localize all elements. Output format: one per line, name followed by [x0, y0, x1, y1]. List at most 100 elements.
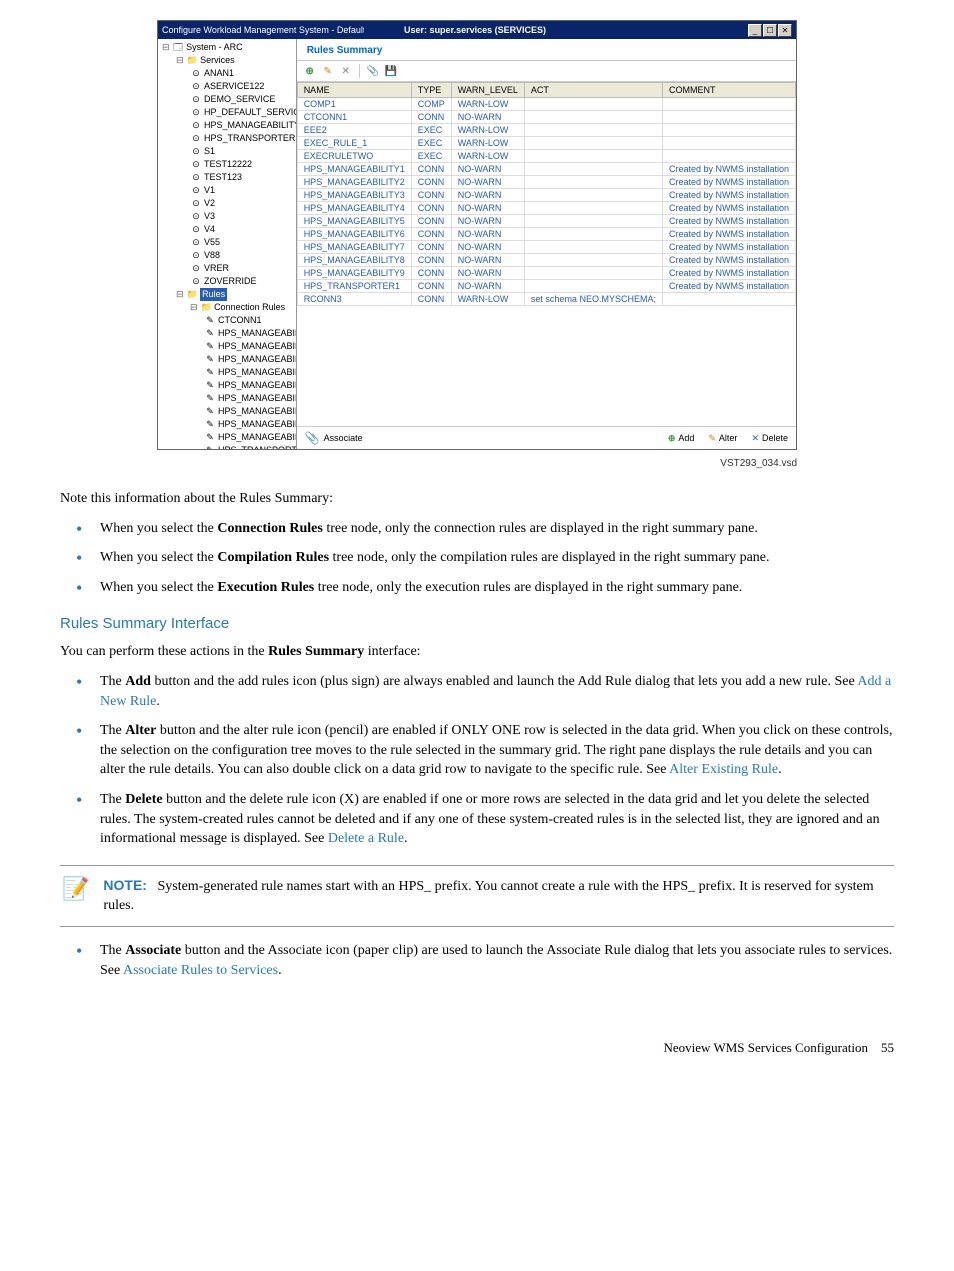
toolbar: ⊕ ✎ ✕ 📎 💾	[297, 61, 796, 82]
tree-node[interactable]: ⊙TEST12222	[158, 158, 296, 171]
tree-node[interactable]: ⊙V88	[158, 249, 296, 262]
table-row[interactable]: COMP1COMPWARN-LOW	[297, 98, 795, 111]
list-item: The Associate button and the Associate i…	[94, 941, 894, 980]
tree-node[interactable]: ⊙HPS_MANAGEABILITY	[158, 119, 296, 132]
table-row[interactable]: EXECRULETWOEXECWARN-LOW	[297, 150, 795, 163]
tree-node[interactable]: ⊙HPS_TRANSPORTER	[158, 132, 296, 145]
table-row[interactable]: EEE2EXECWARN-LOW	[297, 124, 795, 137]
titlebar: Configure Workload Management System - D…	[158, 21, 796, 39]
tree-node[interactable]: ✎CTCONN1	[158, 314, 296, 327]
maximize-button[interactable]: ☐	[763, 24, 777, 37]
note-block: 📝 NOTE: System-generated rule names star…	[60, 865, 894, 927]
pane-title: Rules Summary	[297, 39, 796, 61]
figure-caption: VST293_034.vsd	[157, 458, 797, 469]
tree-node[interactable]: ⊟ 📁Connection Rules	[158, 301, 296, 314]
note-label: NOTE:	[103, 877, 147, 893]
column-header[interactable]: TYPE	[411, 83, 451, 98]
tree-node[interactable]: ✎HPS_MANAGEABILIT	[158, 366, 296, 379]
list-item: The Delete button and the delete rule ic…	[94, 790, 894, 849]
rules-grid[interactable]: NAMETYPEWARN_LEVELACTCOMMENTCOMP1COMPWAR…	[297, 82, 796, 426]
tree-node[interactable]: ✎HPS_MANAGEABILIT	[158, 379, 296, 392]
table-row[interactable]: HPS_MANAGEABILITY5CONNNO-WARNCreated by …	[297, 215, 795, 228]
column-header[interactable]: ACT	[524, 83, 662, 98]
x-icon: ✕	[751, 433, 759, 444]
minimize-button[interactable]: _	[748, 24, 762, 37]
associate-label: Associate	[324, 433, 363, 443]
list-item: When you select the Compilation Rules tr…	[94, 548, 894, 568]
column-header[interactable]: WARN_LEVEL	[451, 83, 524, 98]
table-row[interactable]: HPS_MANAGEABILITY1CONNNO-WARNCreated by …	[297, 163, 795, 176]
bottom-bar: 📎 Associate ⊕Add ✎Alter ✕Delete	[297, 426, 796, 449]
tree-node[interactable]: ⊙VRER	[158, 262, 296, 275]
tree-node[interactable]: ⊙S1	[158, 145, 296, 158]
list-item: When you select the Execution Rules tree…	[94, 578, 894, 598]
section-heading: Rules Summary Interface	[60, 615, 894, 632]
list-item: The Alter button and the alter rule icon…	[94, 721, 894, 780]
save-icon[interactable]: 💾	[384, 64, 398, 78]
add-button[interactable]: ⊕Add	[668, 433, 695, 444]
tree-node[interactable]: ⊙HP_DEFAULT_SERVICE	[158, 106, 296, 119]
tree-node[interactable]: ⊟ 📁Rules	[158, 288, 296, 301]
tree-node[interactable]: ⊙V4	[158, 223, 296, 236]
add-icon[interactable]: ⊕	[303, 64, 317, 78]
tree-node[interactable]: ⊟ 📁Services	[158, 54, 296, 67]
tree-node[interactable]: ⊙V2	[158, 197, 296, 210]
intro-paragraph: Note this information about the Rules Su…	[60, 489, 894, 509]
alter-button[interactable]: ✎Alter	[708, 433, 737, 444]
doc-link[interactable]: Associate Rules to Services	[123, 963, 278, 978]
intro2-paragraph: You can perform these actions in the Rul…	[60, 642, 894, 662]
pencil-icon[interactable]: ✎	[321, 64, 335, 78]
tree-node[interactable]: ✎HPS_MANAGEABILIT	[158, 327, 296, 340]
plus-icon: ⊕	[668, 433, 676, 444]
associate-button[interactable]: 📎 Associate	[305, 431, 363, 445]
table-row[interactable]: HPS_MANAGEABILITY8CONNNO-WARNCreated by …	[297, 254, 795, 267]
close-button[interactable]: ✕	[778, 24, 792, 37]
tree-node[interactable]: ⊟ 🗔System - ARC	[158, 41, 296, 54]
paperclip-icon: 📎	[305, 431, 320, 445]
clip-icon[interactable]: 📎	[366, 64, 380, 78]
tree-node[interactable]: ⊙ASERVICE122	[158, 80, 296, 93]
note-text: System-generated rule names start with a…	[103, 879, 873, 914]
tree-node[interactable]: ⊙ZOVERRIDE	[158, 275, 296, 288]
pencil-icon: ✎	[708, 433, 716, 444]
table-row[interactable]: HPS_MANAGEABILITY3CONNNO-WARNCreated by …	[297, 189, 795, 202]
navigation-tree[interactable]: ⊟ 🗔System - ARC⊟ 📁Services⊙ANAN1⊙ASERVIC…	[158, 39, 297, 449]
table-row[interactable]: HPS_MANAGEABILITY6CONNNO-WARNCreated by …	[297, 228, 795, 241]
table-row[interactable]: HPS_TRANSPORTER1CONNNO-WARNCreated by NW…	[297, 280, 795, 293]
tree-node[interactable]: ⊙ANAN1	[158, 67, 296, 80]
tree-node[interactable]: ⊙DEMO_SERVICE	[158, 93, 296, 106]
tree-node[interactable]: ✎HPS_MANAGEABILIT	[158, 418, 296, 431]
tree-node[interactable]: ⊙V1	[158, 184, 296, 197]
tree-node[interactable]: ⊙TEST123	[158, 171, 296, 184]
tree-node[interactable]: ✎HPS_MANAGEABILIT	[158, 353, 296, 366]
tree-node[interactable]: ✎HPS_MANAGEABILIT	[158, 392, 296, 405]
table-row[interactable]: HPS_MANAGEABILITY2CONNNO-WARNCreated by …	[297, 176, 795, 189]
list-item: When you select the Connection Rules tre…	[94, 519, 894, 539]
delete-button[interactable]: ✕Delete	[751, 433, 788, 444]
table-row[interactable]: HPS_MANAGEABILITY7CONNNO-WARNCreated by …	[297, 241, 795, 254]
table-row[interactable]: EXEC_RULE_1EXECWARN-LOW	[297, 137, 795, 150]
doc-link[interactable]: Add a New Rule	[100, 674, 891, 709]
table-row[interactable]: CTCONN1CONNNO-WARN	[297, 111, 795, 124]
column-header[interactable]: NAME	[297, 83, 411, 98]
tree-node[interactable]: ✎HPS_MANAGEABILIT	[158, 405, 296, 418]
delete-icon[interactable]: ✕	[339, 64, 353, 78]
page-footer: Neoview WMS Services Configuration 55	[60, 1040, 894, 1056]
tree-node[interactable]: ✎HPS_MANAGEABILIT	[158, 340, 296, 353]
tree-node[interactable]: ✎HPS_MANAGEABILIT	[158, 431, 296, 444]
tree-node[interactable]: ✎HPS_TRANSPORTER	[158, 444, 296, 449]
tree-node[interactable]: ⊙V3	[158, 210, 296, 223]
table-row[interactable]: RCONN3CONNWARN-LOWset schema NEO.MYSCHEM…	[297, 293, 795, 306]
window-title: Configure Workload Management System - D…	[162, 25, 364, 35]
window-user: User: super.services (SERVICES)	[404, 25, 546, 35]
doc-link[interactable]: Delete a Rule	[328, 831, 404, 846]
window-controls: _ ☐ ✕	[748, 24, 792, 37]
list-item: The Add button and the add rules icon (p…	[94, 672, 894, 711]
note-icon: 📝	[60, 876, 89, 916]
app-window: Configure Workload Management System - D…	[157, 20, 797, 450]
tree-node[interactable]: ⊙V55	[158, 236, 296, 249]
table-row[interactable]: HPS_MANAGEABILITY4CONNNO-WARNCreated by …	[297, 202, 795, 215]
table-row[interactable]: HPS_MANAGEABILITY9CONNNO-WARNCreated by …	[297, 267, 795, 280]
column-header[interactable]: COMMENT	[662, 83, 795, 98]
doc-link[interactable]: Alter Existing Rule	[669, 762, 778, 777]
